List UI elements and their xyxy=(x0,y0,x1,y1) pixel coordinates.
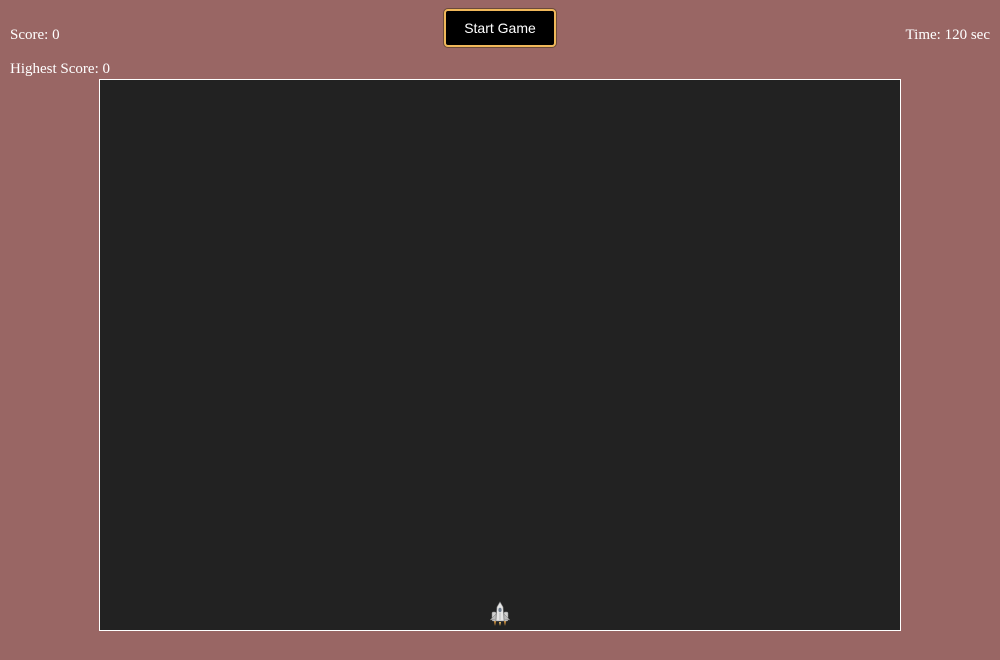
highest-score-label: Highest Score: 0 xyxy=(10,61,110,77)
start-game-button[interactable]: Start Game xyxy=(444,9,556,47)
spaceship-icon xyxy=(489,601,511,626)
game-page: Score: 0 Highest Score: 0 Time: 120 sec … xyxy=(0,0,1000,660)
timer-label: Time: 120 sec xyxy=(905,27,990,43)
game-canvas[interactable] xyxy=(99,79,901,631)
score-label: Score: 0 xyxy=(10,27,60,43)
